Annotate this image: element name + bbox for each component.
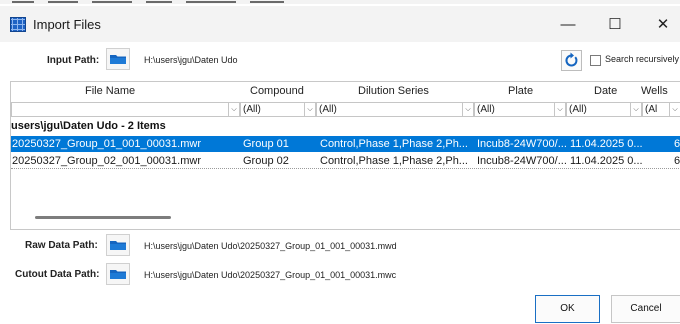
cell-wells: 6 xyxy=(674,155,680,167)
cell-date: 11.04.2025 0... xyxy=(570,138,643,150)
ok-button[interactable]: OK xyxy=(535,295,600,323)
files-grid: File Name Compound Dilution Series Plate… xyxy=(10,81,680,230)
filter-value: (All) xyxy=(319,104,337,115)
filter-value: (All) xyxy=(243,104,261,115)
grid-app-icon xyxy=(10,17,26,32)
cell-wells: 6 xyxy=(674,138,680,150)
filter-wells[interactable]: (Al ⌵ xyxy=(642,102,680,117)
cell-dilution: Control,Phase 1,Phase 2,Ph... xyxy=(320,155,468,167)
column-header-date[interactable]: Date xyxy=(594,85,617,97)
maximize-button[interactable]: ☐ xyxy=(592,12,638,38)
parent-window-strip xyxy=(0,0,680,4)
cutout-data-path-value: H:\users\jgu\Daten Udo\20250327_Group_01… xyxy=(144,270,397,280)
cell-compound: Group 01 xyxy=(243,138,289,150)
input-path-label: Input Path: xyxy=(47,55,100,66)
filter-value: (All) xyxy=(569,104,587,115)
cell-compound: Group 02 xyxy=(243,155,289,167)
cutout-data-browse-button[interactable] xyxy=(106,263,130,285)
chevron-down-icon[interactable]: ⌵ xyxy=(630,103,641,116)
filter-plate[interactable]: (All) ⌵ xyxy=(474,102,566,117)
cell-plate: Incub8-24W700/... xyxy=(477,155,567,167)
filter-date[interactable]: (All) ⌵ xyxy=(566,102,642,117)
input-path-value: H:\users\jgu\Daten Udo xyxy=(144,55,238,65)
chevron-down-icon[interactable]: ⌵ xyxy=(304,103,315,116)
window-title: Import Files xyxy=(33,17,101,32)
cell-date: 11.04.2025 0... xyxy=(570,155,643,167)
folder-icon xyxy=(110,55,126,64)
search-recursively-label: Search recursively xyxy=(605,54,680,64)
group-row-label[interactable]: \users\jgu\Daten Udo - 2 Items xyxy=(11,120,166,132)
raw-data-path-value: H:\users\jgu\Daten Udo\20250327_Group_01… xyxy=(144,241,397,251)
raw-data-path-label: Raw Data Path: xyxy=(25,240,98,251)
chevron-down-icon[interactable]: ⌵ xyxy=(462,103,473,116)
filter-compound[interactable]: (All) ⌵ xyxy=(240,102,316,117)
folder-icon xyxy=(110,270,126,279)
refresh-icon xyxy=(565,52,578,67)
column-header-file-name[interactable]: File Name xyxy=(85,85,135,97)
filter-value: (Al xyxy=(645,104,658,115)
cell-file-name: 20250327_Group_01_001_00031.mwr xyxy=(12,138,201,150)
filter-dilution-series[interactable]: (All) ⌵ xyxy=(316,102,474,117)
table-row[interactable]: 20250327_Group_01_001_00031.mwr Group 01… xyxy=(11,136,680,152)
column-header-plate[interactable]: Plate xyxy=(508,85,533,97)
column-header-compound[interactable]: Compound xyxy=(250,85,304,97)
chevron-down-icon[interactable]: ⌵ xyxy=(554,103,565,116)
minimize-button[interactable]: — xyxy=(545,12,591,38)
refresh-button[interactable] xyxy=(561,50,582,71)
input-browse-button[interactable] xyxy=(106,48,130,70)
cell-file-name: 20250327_Group_02_001_00031.mwr xyxy=(12,155,201,167)
raw-data-browse-button[interactable] xyxy=(106,234,130,256)
table-row[interactable]: 20250327_Group_02_001_00031.mwr Group 02… xyxy=(11,153,680,169)
folder-icon xyxy=(110,241,126,250)
cell-dilution: Control,Phase 1,Phase 2,Ph... xyxy=(320,138,468,150)
cell-plate: Incub8-24W700/... xyxy=(477,138,567,150)
column-header-wells[interactable]: Wells xyxy=(641,85,668,97)
chevron-down-icon[interactable]: ⌵ xyxy=(669,103,680,116)
filter-value: (All) xyxy=(477,104,495,115)
title-bar: Import Files — ☐ ✕ xyxy=(0,6,680,42)
cancel-button[interactable]: Cancel xyxy=(611,295,680,323)
horizontal-scrollbar[interactable] xyxy=(35,216,171,219)
close-button[interactable]: ✕ xyxy=(640,12,680,38)
filter-file-name[interactable]: ⌵ xyxy=(11,102,240,117)
cutout-data-path-label: Cutout Data Path: xyxy=(15,269,100,280)
search-recursively-checkbox[interactable] xyxy=(590,55,601,66)
column-header-dilution-series[interactable]: Dilution Series xyxy=(358,85,429,97)
chevron-down-icon[interactable]: ⌵ xyxy=(228,103,239,116)
